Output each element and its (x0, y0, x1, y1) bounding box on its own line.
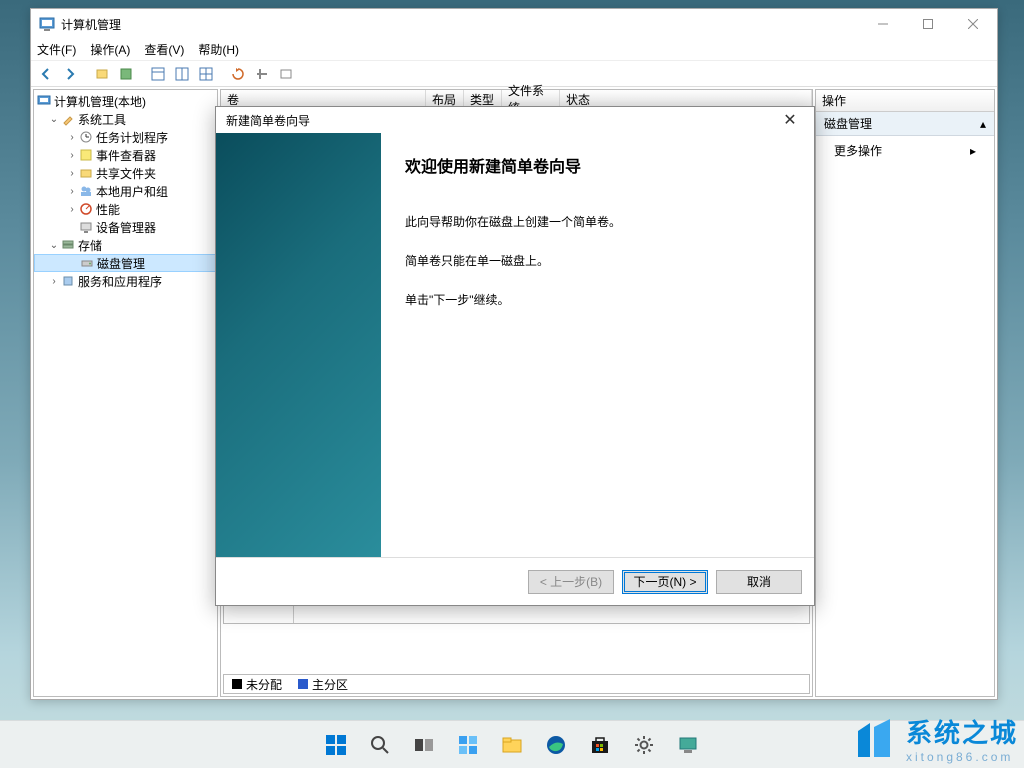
maximize-button[interactable] (905, 9, 950, 39)
cancel-button[interactable]: 取消 (716, 570, 802, 594)
expander-icon[interactable]: › (66, 150, 78, 161)
settings-button[interactable] (251, 63, 273, 85)
device-icon (78, 219, 94, 235)
performance-icon (78, 201, 94, 217)
window-title: 计算机管理 (61, 16, 121, 33)
wizard-text-1: 此向导帮助你在磁盘上创建一个简单卷。 (405, 213, 796, 230)
storage-icon (60, 237, 76, 253)
menu-view[interactable]: 查看(V) (144, 41, 184, 58)
tree-performance[interactable]: 性能 (96, 201, 120, 218)
widgets-button[interactable] (448, 725, 488, 765)
collapse-icon[interactable]: ▴ (980, 117, 986, 131)
tools-icon (60, 111, 76, 127)
clock-icon (78, 129, 94, 145)
tree-root[interactable]: 计算机管理(本地) (54, 93, 146, 110)
wizard-titlebar[interactable]: 新建简单卷向导 ✕ (216, 107, 814, 133)
task-view-button[interactable] (404, 725, 444, 765)
wizard-heading: 欢迎使用新建简单卷向导 (405, 153, 796, 177)
explorer-button[interactable] (492, 725, 532, 765)
store-button[interactable] (580, 725, 620, 765)
start-button[interactable] (316, 725, 356, 765)
view-button-2[interactable] (171, 63, 193, 85)
actions-pane: 操作 磁盘管理 ▴ 更多操作 ▸ (815, 89, 995, 697)
tree-task-scheduler[interactable]: 任务计划程序 (96, 129, 168, 146)
tree-storage[interactable]: 存储 (78, 237, 102, 254)
menu-file[interactable]: 文件(F) (37, 41, 76, 58)
menu-help[interactable]: 帮助(H) (198, 41, 239, 58)
tree-shared-folders[interactable]: 共享文件夹 (96, 165, 156, 182)
new-volume-wizard: 新建简单卷向导 ✕ 欢迎使用新建简单卷向导 此向导帮助你在磁盘上创建一个简单卷。… (215, 106, 815, 606)
menu-action[interactable]: 操作(A) (90, 41, 130, 58)
close-button[interactable] (950, 9, 995, 39)
wizard-text-3: 单击"下一步"继续。 (405, 291, 796, 308)
refresh-button[interactable] (227, 63, 249, 85)
search-button[interactable] (360, 725, 400, 765)
tree-device-manager[interactable]: 设备管理器 (96, 219, 156, 236)
app-icon (39, 16, 55, 32)
expander-icon[interactable]: › (66, 168, 78, 179)
wizard-title: 新建简单卷向导 (226, 112, 310, 129)
legend-unallocated-swatch (232, 679, 242, 689)
tree-event-viewer[interactable]: 事件查看器 (96, 147, 156, 164)
back-button[interactable] (35, 63, 57, 85)
tree-systools[interactable]: 系统工具 (78, 111, 126, 128)
expander-icon[interactable]: ⌄ (48, 114, 60, 125)
watermark: 系统之城 xitong86.com (850, 713, 1018, 764)
wizard-text-2: 简单卷只能在单一磁盘上。 (405, 252, 796, 269)
wizard-sidebar-image (216, 133, 381, 557)
settings-button[interactable] (624, 725, 664, 765)
expander-icon[interactable]: › (66, 132, 78, 143)
tree-disk-mgmt[interactable]: 磁盘管理 (97, 255, 145, 272)
view-button-3[interactable] (195, 63, 217, 85)
disk-icon (79, 255, 95, 271)
expander-icon[interactable]: › (66, 186, 78, 197)
watermark-logo-icon (850, 717, 898, 761)
computer-icon (36, 93, 52, 109)
titlebar[interactable]: 计算机管理 (31, 9, 997, 39)
folder-icon (78, 165, 94, 181)
watermark-url: xitong86.com (906, 750, 1018, 764)
tree-pane[interactable]: 计算机管理(本地) ⌄ 系统工具 › 任务计划程序 › 事件查看器 › 共享文件夹 › 本… (33, 89, 218, 697)
wizard-close-button[interactable]: ✕ (776, 110, 804, 130)
services-icon (60, 273, 76, 289)
watermark-title: 系统之城 (906, 713, 1018, 750)
expander-icon[interactable]: › (48, 276, 60, 287)
app-button[interactable] (668, 725, 708, 765)
wizard-button-row: < 上一步(B) 下一页(N) > 取消 (216, 557, 814, 605)
users-icon (78, 183, 94, 199)
properties-button[interactable] (115, 63, 137, 85)
event-icon (78, 147, 94, 163)
menubar: 文件(F) 操作(A) 查看(V) 帮助(H) (31, 39, 997, 61)
legend: 未分配 主分区 (223, 674, 810, 694)
view-button-1[interactable] (147, 63, 169, 85)
expander-icon[interactable]: › (66, 204, 78, 215)
forward-button[interactable] (59, 63, 81, 85)
actions-more[interactable]: 更多操作 ▸ (816, 136, 994, 165)
tree-services-apps[interactable]: 服务和应用程序 (78, 273, 162, 290)
expander-icon[interactable]: ⌄ (48, 240, 60, 251)
actions-header: 操作 (816, 90, 994, 112)
actions-section[interactable]: 磁盘管理 ▴ (816, 112, 994, 136)
tree-local-users[interactable]: 本地用户和组 (96, 183, 168, 200)
chevron-right-icon: ▸ (970, 144, 976, 158)
back-button: < 上一步(B) (528, 570, 614, 594)
minimize-button[interactable] (860, 9, 905, 39)
next-button[interactable]: 下一页(N) > (622, 570, 708, 594)
edge-button[interactable] (536, 725, 576, 765)
wizard-content: 欢迎使用新建简单卷向导 此向导帮助你在磁盘上创建一个简单卷。 简单卷只能在单一磁… (381, 133, 814, 557)
help-button[interactable] (275, 63, 297, 85)
up-button[interactable] (91, 63, 113, 85)
legend-primary-swatch (298, 679, 308, 689)
